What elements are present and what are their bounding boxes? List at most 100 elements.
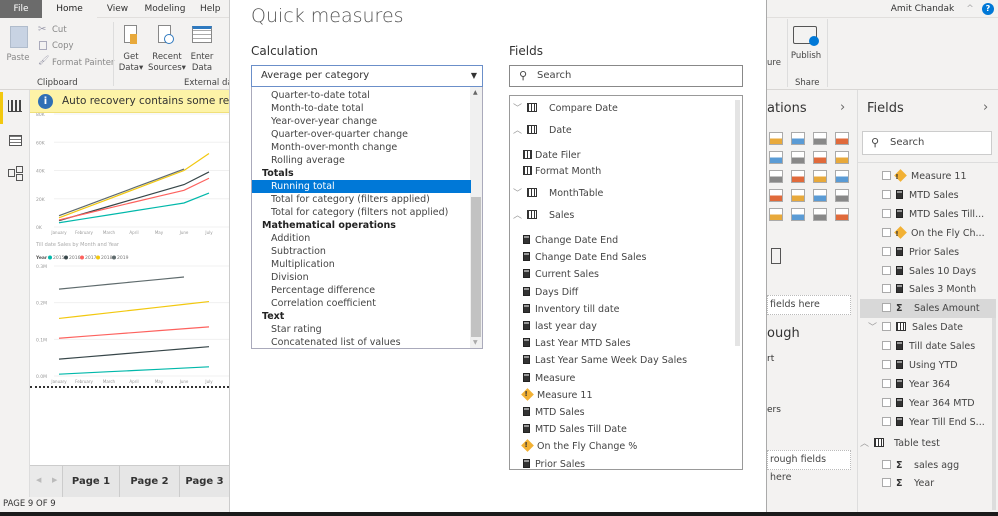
format-paint-roller-icon[interactable] (771, 248, 781, 264)
field-item[interactable]: Current Sales (523, 268, 599, 281)
calculation-option[interactable]: Multiplication (252, 258, 471, 271)
field-item[interactable]: Year 364 MTD (858, 394, 994, 413)
field-checkbox[interactable] (882, 416, 891, 426)
scroll-down-icon[interactable]: ▼ (473, 339, 478, 346)
field-table[interactable]: ﹀ Compare Date (513, 102, 618, 116)
dropdown-arrow-icon[interactable]: ▼ (471, 66, 477, 86)
expand-fields-icon[interactable]: › (983, 100, 988, 115)
enter-data-button[interactable]: Enter Data (188, 52, 216, 74)
field-table[interactable]: ︿ Sales (513, 209, 574, 223)
chevron-up-icon[interactable]: ︿ (513, 125, 527, 138)
help-icon[interactable]: ? (982, 3, 994, 15)
copy-button[interactable]: Copy (52, 41, 74, 52)
field-item[interactable]: Measure (523, 372, 575, 385)
field-checkbox[interactable] (882, 171, 891, 180)
field-item[interactable]: Using YTD (858, 356, 994, 375)
field-item[interactable]: Date Filer (523, 149, 581, 162)
field-item[interactable]: Change Date End Sales (523, 251, 646, 264)
fields-search-input[interactable]: ⚲ Search (509, 65, 743, 87)
field-item[interactable]: Inventory till date (523, 303, 619, 316)
field-item[interactable]: Till date Sales (858, 337, 994, 356)
field-item[interactable]: Change Date End (523, 234, 618, 247)
data-view-icon[interactable] (9, 135, 22, 146)
calculation-option[interactable]: Month-over-month change (252, 141, 471, 154)
field-checkbox[interactable] (882, 360, 891, 369)
calculation-option[interactable]: Quarter-over-quarter change (252, 128, 471, 141)
visual-type-icon[interactable] (769, 151, 783, 164)
visual-type-icon[interactable] (791, 208, 805, 221)
field-item[interactable]: Year 364 (858, 375, 994, 394)
calculation-dropdown[interactable]: Average per category ▼ (251, 65, 483, 87)
tab-home[interactable]: Home (42, 0, 97, 18)
prev-page-icon[interactable]: ◀ (36, 476, 41, 484)
field-checkbox[interactable] (882, 227, 891, 237)
chevron-down-icon[interactable]: ﹀ (513, 103, 527, 116)
next-page-icon[interactable]: ▶ (52, 476, 57, 484)
field-checkbox[interactable] (882, 284, 891, 294)
field-item[interactable]: Sales 10 Days (858, 262, 994, 281)
visual-type-icon[interactable] (769, 132, 783, 145)
cut-button[interactable]: Cut (52, 25, 67, 36)
chevron-down-icon[interactable]: ﹀ (513, 188, 527, 201)
paste-button[interactable]: Paste (4, 53, 32, 64)
visual-type-icon[interactable] (835, 151, 849, 164)
values-drop-zone[interactable]: fields here (767, 295, 851, 315)
report-view-icon[interactable] (8, 100, 22, 112)
options-scrollbar[interactable]: ▲ ▼ (470, 87, 482, 348)
model-view-icon[interactable] (8, 166, 23, 181)
field-item[interactable]: Last Year MTD Sales (523, 337, 631, 350)
calculation-option[interactable]: Year-over-year change (252, 115, 471, 128)
publish-button[interactable]: Publish (790, 51, 822, 62)
field-checkbox[interactable] (882, 322, 891, 332)
legend-item[interactable]: 2016 (69, 255, 81, 261)
field-item[interactable]: Sales 3 Month (858, 280, 994, 299)
field-item[interactable]: last year day (523, 320, 597, 333)
drillthrough-drop-zone[interactable]: rough fields here (767, 450, 851, 483)
chevron-up-icon[interactable]: ︿ (860, 435, 874, 454)
field-item[interactable]: Last Year Same Week Day Sales (523, 354, 687, 367)
visual-type-icon[interactable] (813, 208, 827, 221)
field-item[interactable]: MTD Sales Till Date (523, 423, 627, 436)
recent-sources-button[interactable]: Recent Sources▾ (148, 52, 186, 74)
scroll-thumb[interactable] (471, 197, 481, 337)
calculation-option[interactable]: Quarter-to-date total (252, 89, 471, 102)
visual-type-icon[interactable] (835, 170, 849, 183)
calculation-option[interactable]: Correlation coefficient (252, 297, 471, 310)
expand-viz-icon[interactable]: › (840, 100, 845, 115)
visual-type-icon[interactable] (769, 170, 783, 183)
calculation-option[interactable]: Month-to-date total (252, 102, 471, 115)
field-checkbox[interactable] (882, 459, 891, 469)
field-table[interactable]: ︿ Table test (858, 434, 994, 453)
page-tab-1[interactable]: Page 1 (62, 466, 119, 498)
fields-pane-search-input[interactable]: ⚲ Search (862, 131, 992, 155)
legend-item[interactable]: 2015 (53, 255, 65, 261)
field-table[interactable]: ︿ Date (513, 124, 572, 138)
calculation-option[interactable]: Rolling average (252, 154, 471, 167)
visual-type-icon[interactable] (791, 132, 805, 145)
visual-type-icon[interactable] (835, 132, 849, 145)
calculation-option[interactable]: Concatenated list of values (252, 336, 471, 348)
legend-item[interactable]: 2018 (101, 255, 113, 261)
chevron-up-icon[interactable]: ︿ (513, 210, 527, 223)
field-item[interactable]: On the Fly Change % (521, 439, 637, 453)
field-item[interactable]: MTD Sales Till... (858, 205, 994, 224)
page-tab-2[interactable]: Page 2 (119, 466, 179, 498)
tab-help[interactable]: Help (200, 0, 229, 18)
visual-type-icon[interactable] (835, 189, 849, 202)
field-item[interactable]: Measure 11 (521, 387, 592, 402)
field-item[interactable]: MTD Sales (858, 186, 994, 205)
field-checkbox[interactable] (882, 265, 891, 275)
calculation-option[interactable]: Total for category (filters applied) (252, 193, 471, 206)
field-item[interactable]: ﹀ Sales Date (858, 318, 994, 337)
field-item[interactable]: MTD Sales (523, 406, 585, 419)
visual-type-icon[interactable] (791, 170, 805, 183)
tab-file[interactable]: File (0, 0, 42, 18)
user-name[interactable]: Amit Chandak (885, 0, 960, 18)
calculation-option[interactable]: Division (252, 271, 471, 284)
calculation-option[interactable]: Addition (252, 232, 471, 245)
visual-type-icon[interactable] (813, 132, 827, 145)
field-checkbox[interactable] (882, 378, 891, 388)
collapse-ribbon-icon[interactable]: ^ (965, 0, 975, 18)
tab-view[interactable]: View (100, 0, 135, 18)
visual-type-icon[interactable] (769, 189, 783, 202)
